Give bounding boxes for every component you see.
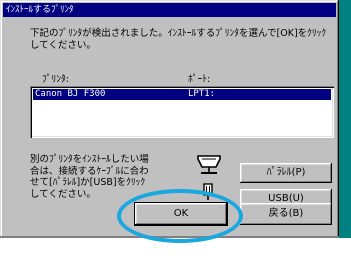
alternate-printer-note: 別のﾌﾟﾘﾝﾀをｲﾝｽﾄｰﾙしたい場合は、接続するｹｰﾌﾞﾙに合わせて[ﾊﾟﾗﾚ… <box>30 154 149 200</box>
port-column-label: ﾎﾟｰﾄ: <box>188 74 211 85</box>
install-printer-dialog: ｲﾝｽﾄｰﾙするﾌﾟﾘﾝﾀ 下記のﾌﾟﾘﾝﾀが検出されました。ｲﾝｽﾄｰﾙするﾌ… <box>0 0 339 238</box>
parallel-connector-icon <box>197 155 221 174</box>
instruction-text: 下記のﾌﾟﾘﾝﾀが検出されました。ｲﾝｽﾄｰﾙするﾌﾟﾘﾝﾀを選んで[OK]をｸ… <box>30 28 327 51</box>
printer-listbox[interactable]: Canon BJ F300 LPT1: <box>30 86 334 138</box>
ok-button[interactable]: OK <box>135 203 227 225</box>
parallel-button[interactable]: ﾊﾟﾗﾚﾙ(P) <box>240 163 332 183</box>
back-button[interactable]: 戻る(B) <box>240 203 332 225</box>
usb-connector-icon <box>203 183 213 200</box>
dialog-title: ｲﾝｽﾄｰﾙするﾌﾟﾘﾝﾀ <box>3 3 336 17</box>
printer-list-item[interactable]: Canon BJ F300 LPT1: <box>33 89 331 100</box>
printer-name: Canon BJ F300 <box>35 89 106 99</box>
desktop-backdrop <box>339 0 351 266</box>
dialog-bottom-edge <box>0 236 339 238</box>
printer-port: LPT1: <box>188 89 216 99</box>
page-background <box>0 238 351 266</box>
printer-column-label: ﾌﾟﾘﾝﾀ: <box>42 74 69 85</box>
